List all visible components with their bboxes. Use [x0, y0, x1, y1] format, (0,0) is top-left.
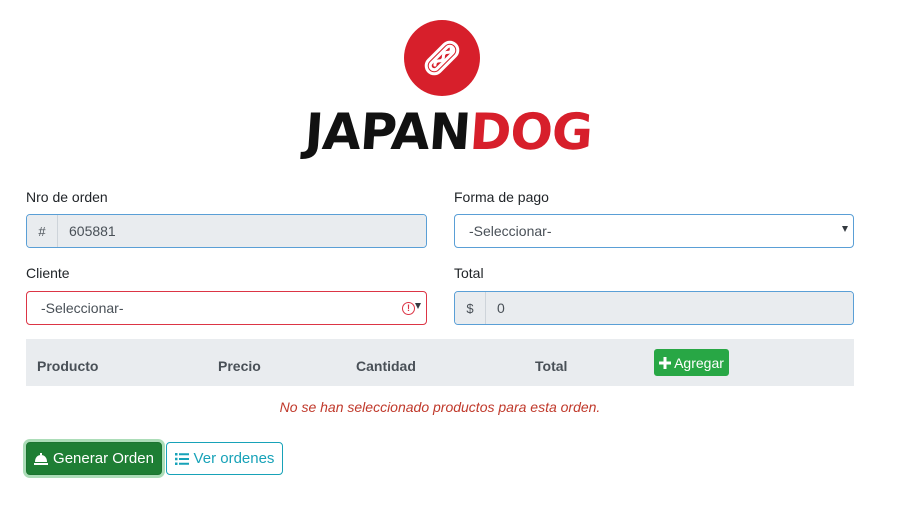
chevron-down-icon [415, 303, 421, 309]
add-product-label: Agregar [674, 354, 724, 371]
payment-method-selected: -Seleccionar- [469, 223, 552, 239]
generate-order-button[interactable]: Generar Orden [26, 442, 162, 475]
total-field[interactable]: 0 [486, 292, 853, 324]
hotdog-icon [424, 40, 460, 76]
order-number-prefix: # [27, 215, 58, 247]
add-product-button[interactable]: Agregar [654, 349, 729, 376]
empty-products-message: No se han seleccionado productos para es… [279, 399, 601, 415]
order-number-group: # 605881 [26, 214, 427, 248]
order-number-label: Nro de orden [26, 189, 108, 205]
bell-icon [34, 452, 49, 465]
client-select[interactable]: -Seleccionar- ! [26, 291, 427, 325]
products-table-header: Producto Precio Cantidad Total Agregar [26, 339, 854, 386]
brand-name-part2: DOG [467, 103, 594, 161]
column-header-quantity: Cantidad [356, 358, 416, 374]
plus-icon [659, 356, 672, 369]
total-group: $ 0 [454, 291, 854, 325]
brand-logo [404, 20, 480, 96]
view-orders-button[interactable]: Ver ordenes [166, 442, 283, 475]
order-number-field[interactable]: 605881 [58, 215, 426, 247]
list-icon [174, 452, 189, 465]
client-label: Cliente [26, 265, 70, 281]
column-header-price: Precio [218, 358, 261, 374]
brand-wordmark: JAPANDOG [302, 103, 594, 161]
warning-icon: ! [402, 302, 415, 315]
view-orders-label: Ver ordenes [193, 450, 275, 467]
brand-name-part1: JAPAN [302, 103, 472, 161]
column-header-product: Producto [37, 358, 99, 374]
payment-method-label: Forma de pago [454, 189, 549, 205]
client-selected: -Seleccionar- [41, 300, 124, 316]
total-label: Total [454, 265, 484, 281]
payment-method-select[interactable]: -Seleccionar- [454, 214, 854, 248]
column-header-total: Total [535, 358, 568, 374]
chevron-down-icon [842, 226, 848, 232]
generate-order-label: Generar Orden [53, 450, 154, 467]
total-prefix: $ [455, 292, 486, 324]
